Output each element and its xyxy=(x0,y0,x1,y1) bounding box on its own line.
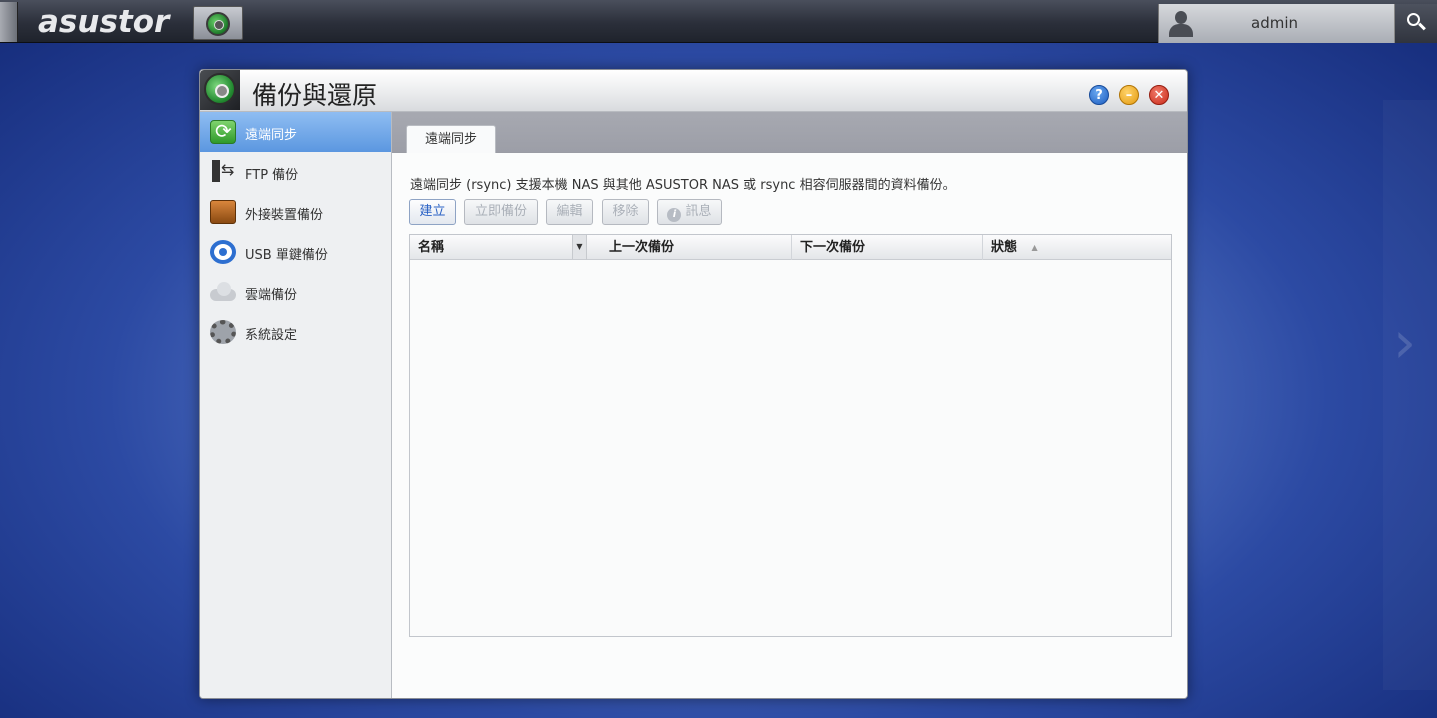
taskbar-backup-app-button[interactable] xyxy=(193,6,243,40)
usb-icon xyxy=(210,240,236,264)
create-button[interactable]: 建立 xyxy=(409,199,456,225)
column-header-label: 狀態 xyxy=(991,240,1018,255)
user-icon xyxy=(1169,11,1193,37)
tab-bar: 遠端同步 xyxy=(392,112,1187,153)
ftp-icon xyxy=(210,160,236,184)
brand-logo: asustor xyxy=(38,4,170,40)
help-button[interactable]: ? xyxy=(1089,85,1109,105)
info-button[interactable]: i 訊息 xyxy=(657,199,722,225)
sidebar-item-label: FTP 備份 xyxy=(245,168,299,183)
main-content: 遠端同步 (rsync) 支援本機 NAS 與其他 ASUSTOR NAS 或 … xyxy=(392,153,1187,698)
sidebar-item-system-settings[interactable]: 系統設定 xyxy=(200,312,391,352)
sidebar-item-label: 遠端同步 xyxy=(245,128,298,143)
search-icon xyxy=(1407,13,1427,33)
sidebar: 遠端同步 FTP 備份 外接裝置備份 USB 單鍵備份 雲端備份 系統設定 xyxy=(200,112,392,698)
sync-icon xyxy=(210,119,236,144)
backup-jobs-table: 名稱 ▼ 上一次備份 下一次備份 狀態 ▲ xyxy=(409,234,1172,637)
edit-button[interactable]: 編輯 xyxy=(546,199,593,225)
gear-icon xyxy=(210,320,236,344)
app-backup-icon xyxy=(206,12,230,36)
user-name: admin xyxy=(1251,14,1298,32)
sidebar-item-label: USB 單鍵備份 xyxy=(245,248,328,263)
column-header-name[interactable]: 名稱 ▼ xyxy=(410,235,587,260)
column-header-label: 上一次備份 xyxy=(609,240,675,255)
minimize-button[interactable]: – xyxy=(1119,85,1139,105)
top-bar: asustor admin xyxy=(0,0,1437,43)
chevron-down-icon[interactable]: ▼ xyxy=(572,235,586,259)
tab-remote-sync[interactable]: 遠端同步 xyxy=(406,125,496,153)
column-header-label: 名稱 xyxy=(418,240,445,255)
sidebar-item-label: 系統設定 xyxy=(245,328,298,343)
user-menu[interactable]: admin xyxy=(1158,4,1394,43)
info-icon: i xyxy=(667,208,682,222)
column-header-last-backup[interactable]: 上一次備份 xyxy=(601,235,792,260)
table-header: 名稱 ▼ 上一次備份 下一次備份 狀態 ▲ xyxy=(410,235,1171,260)
window-title: 備份與還原 xyxy=(252,81,378,110)
remove-button[interactable]: 移除 xyxy=(602,199,649,225)
sort-ascending-icon: ▲ xyxy=(1031,243,1038,252)
desktop-next-page-arrow[interactable]: › xyxy=(1383,100,1437,690)
sidebar-item-cloud-backup[interactable]: 雲端備份 xyxy=(200,272,391,312)
external-drive-icon xyxy=(210,200,236,224)
sidebar-item-label: 外接裝置備份 xyxy=(245,208,324,223)
search-button[interactable] xyxy=(1394,4,1437,43)
remove-button-label: 移除 xyxy=(612,204,639,219)
column-header-next-backup[interactable]: 下一次備份 xyxy=(792,235,983,260)
column-header-status[interactable]: 狀態 ▲ xyxy=(983,235,1171,260)
backup-now-button[interactable]: 立即備份 xyxy=(464,199,538,225)
window-titlebar[interactable]: 備份與還原 ? – ✕ xyxy=(200,70,1187,112)
taskbar-edge-handle[interactable] xyxy=(0,2,18,42)
column-header-label: 下一次備份 xyxy=(800,240,866,255)
info-button-label: 訊息 xyxy=(685,204,712,219)
sidebar-item-ftp-backup[interactable]: FTP 備份 xyxy=(200,152,391,192)
sidebar-item-remote-sync[interactable]: 遠端同步 xyxy=(200,112,391,152)
sidebar-item-external-backup[interactable]: 外接裝置備份 xyxy=(200,192,391,232)
window-app-icon xyxy=(200,70,240,110)
close-button[interactable]: ✕ xyxy=(1149,85,1169,105)
chevron-right-icon: › xyxy=(1393,308,1417,376)
description-text: 遠端同步 (rsync) 支援本機 NAS 與其他 ASUSTOR NAS 或 … xyxy=(410,178,956,193)
sidebar-item-usb-backup[interactable]: USB 單鍵備份 xyxy=(200,232,391,272)
backup-restore-window: 備份與還原 ? – ✕ 遠端同步 FTP 備份 外接裝置備份 USB 單鍵備份 … xyxy=(199,69,1188,699)
sidebar-item-label: 雲端備份 xyxy=(245,288,298,303)
cloud-icon xyxy=(210,280,236,304)
